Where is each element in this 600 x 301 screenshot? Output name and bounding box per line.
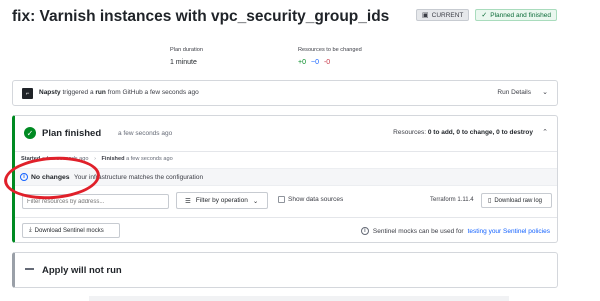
plan-duration-value: 1 minute	[170, 59, 197, 66]
no-changes-banner: i No changes Your infrastructure matches…	[15, 168, 557, 186]
plan-panel: ✓ Plan finished a few seconds ago Resour…	[12, 115, 558, 243]
sentinel-note-text: Sentinel mocks can be used for	[372, 227, 464, 235]
avatar: ⌐	[22, 88, 33, 99]
dash-icon	[25, 268, 34, 270]
sentinel-policies-link[interactable]: testing your Sentinel policies	[468, 228, 550, 235]
finished-label: Finished	[101, 156, 125, 162]
check-circle-icon: ✓	[24, 127, 36, 139]
resources-changed-label: Resources to be changed	[298, 47, 362, 53]
download-icon: ⤓	[29, 227, 32, 233]
planned-badge: ✓ Planned and finished	[475, 9, 557, 21]
status-badges: ▣ CURRENT ✓ Planned and finished	[416, 9, 557, 21]
chevron-up-icon[interactable]: ⌃	[542, 128, 548, 136]
bottom-strip	[89, 296, 509, 301]
run-details-toggle[interactable]: Run Details	[497, 89, 531, 96]
filter-resources-input[interactable]	[22, 194, 169, 209]
show-data-sources-checkbox[interactable]	[278, 196, 285, 203]
show-data-sources[interactable]: Show data sources	[278, 196, 343, 203]
resources-changed: Resources to be changed +0 ~0 -0	[298, 47, 362, 66]
run-user: Napsty	[39, 89, 61, 96]
run-trigger-panel[interactable]: ⌐ Napsty triggered a run from GitHub a f…	[12, 80, 558, 106]
raw-log-label: Download raw log	[494, 197, 543, 204]
plan-duration-label: Plan duration	[170, 47, 203, 53]
filter-op-label: Filter by operation	[195, 197, 248, 204]
run-trigger-text: Napsty triggered a run from GitHub a few…	[39, 89, 199, 96]
resources-changed-values: +0 ~0 -0	[298, 59, 362, 66]
summary-destroy: 0 to destroy	[496, 129, 533, 136]
current-badge-label: CURRENT	[431, 11, 464, 19]
run-word: run	[95, 89, 106, 96]
sentinel-note: i Sentinel mocks can be used for testing…	[360, 227, 550, 235]
summary-prefix: Resources:	[393, 129, 427, 136]
download-sentinel-mocks-button[interactable]: ⤓ Download Sentinel mocks	[22, 223, 120, 238]
resources-destroy: -0	[323, 59, 331, 66]
terraform-version: Terraform 1.11.4	[430, 197, 474, 203]
finished-time: a few seconds ago	[126, 156, 173, 162]
chevron-down-icon: ⌄	[252, 197, 259, 205]
plan-title: Plan finished	[42, 128, 102, 139]
plan-timestamps: Started a few seconds ago › Finished a f…	[21, 156, 173, 162]
planned-badge-label: Planned and finished	[490, 11, 551, 19]
show-data-sources-label: Show data sources	[288, 196, 344, 203]
info-icon: i	[360, 227, 369, 235]
check-icon: ✓	[481, 12, 488, 19]
download-raw-log-button[interactable]: ▯ Download raw log	[481, 193, 552, 208]
no-changes-message: Your infrastructure matches the configur…	[74, 174, 204, 181]
sentinel-btn-label: Download Sentinel mocks	[34, 227, 104, 234]
resources-add: +0	[298, 59, 306, 66]
filter-by-operation-button[interactable]: ☰ Filter by operation ⌄	[176, 192, 268, 209]
plan-duration: Plan duration 1 minute	[170, 47, 203, 66]
filter-icon: ☰	[185, 197, 191, 205]
run-from-text: from GitHub a few seconds ago	[107, 89, 199, 96]
chevron-down-icon[interactable]: ⌄	[542, 88, 548, 96]
plan-header[interactable]: ✓ Plan finished a few seconds ago Resour…	[15, 116, 557, 152]
file-icon: ▯	[488, 198, 492, 204]
run-triggered-text: triggered a	[62, 89, 94, 96]
plan-time: a few seconds ago	[118, 130, 173, 137]
summary-add: 0 to add,	[427, 129, 455, 136]
started-time: a few seconds ago	[41, 156, 89, 162]
page-title: fix: Varnish instances with vpc_security…	[12, 8, 390, 25]
info-icon: i	[20, 173, 28, 181]
summary-change: 0 to change,	[456, 129, 495, 136]
apply-panel: Apply will not run	[12, 252, 558, 288]
apply-title: Apply will not run	[42, 265, 122, 276]
started-label: Started	[21, 156, 41, 162]
server-icon: ▣	[422, 12, 429, 19]
plan-resources-summary: Resources: 0 to add, 0 to change, 0 to d…	[393, 129, 533, 136]
resources-change: ~0	[310, 59, 319, 66]
timestamp-separator: ›	[94, 156, 96, 162]
current-badge: ▣ CURRENT	[416, 9, 470, 21]
divider	[15, 217, 557, 218]
no-changes-title: No changes	[31, 174, 70, 181]
